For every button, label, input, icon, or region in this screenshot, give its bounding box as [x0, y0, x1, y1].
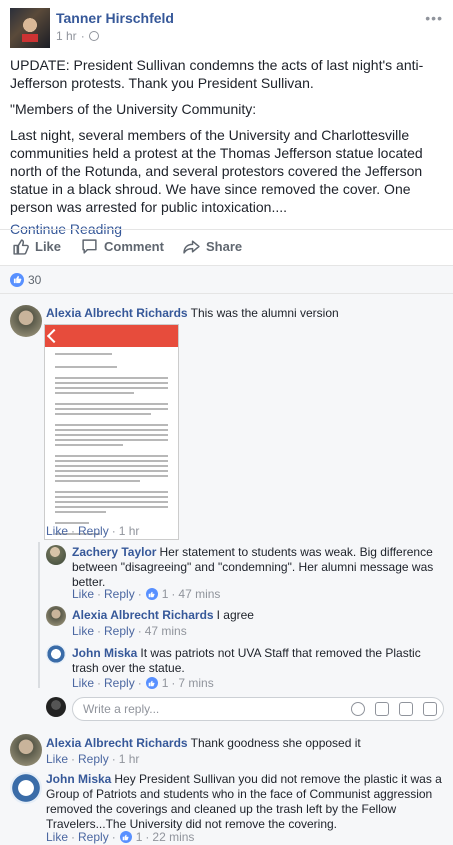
like-button[interactable]: Like: [12, 238, 61, 255]
comment-button[interactable]: Comment: [81, 238, 164, 255]
reaction-count: 30: [28, 272, 42, 287]
current-user-avatar: [46, 697, 66, 717]
share-icon: [183, 240, 200, 254]
comment-like-link[interactable]: Like: [72, 676, 94, 690]
post-paragraph: "Members of the University Community:: [10, 101, 257, 117]
like-count[interactable]: 1: [162, 587, 169, 601]
comment-like-link[interactable]: Like: [72, 587, 94, 601]
thread-line: [38, 542, 40, 688]
camera-icon[interactable]: [375, 702, 389, 716]
comment-reply-link[interactable]: Reply: [78, 752, 109, 766]
comment: Alexia Albrecht Richards Thank goodness s…: [46, 736, 444, 751]
comment-actions: Like · Reply · 47 mins: [72, 624, 187, 638]
comment-icon: [82, 239, 97, 254]
reactions-summary[interactable]: 30: [0, 265, 453, 293]
comment-reply-link[interactable]: Reply: [78, 830, 109, 844]
reply-tools: [351, 702, 437, 716]
comment-actions: Like · Reply · 1 · 47 mins: [72, 587, 221, 601]
comment-time[interactable]: 1 hr: [119, 524, 140, 538]
like-count-icon: [119, 831, 132, 843]
comment-text: Thank goodness she opposed it: [190, 736, 361, 750]
commenter-name[interactable]: Alexia Albrecht Richards: [46, 306, 188, 320]
share-button[interactable]: Share: [183, 238, 242, 255]
commenter-avatar[interactable]: [10, 772, 42, 804]
commenter-name[interactable]: Alexia Albrecht Richards: [46, 736, 188, 750]
comment-actions: Like · Reply · 1 hr: [46, 752, 140, 766]
post-time[interactable]: 1 hr: [56, 29, 77, 43]
comment-time[interactable]: 1 hr: [119, 752, 140, 766]
comment-time[interactable]: 7 mins: [178, 676, 213, 690]
commenter-avatar[interactable]: [10, 305, 42, 337]
comment-attachment-image[interactable]: [44, 324, 179, 540]
reply-input[interactable]: Write a reply...: [72, 697, 444, 721]
like-count-icon: [145, 677, 158, 689]
commenter-avatar[interactable]: [46, 606, 66, 626]
like-count[interactable]: 1: [136, 830, 143, 844]
separator: ·: [80, 29, 85, 43]
comment-reply-link[interactable]: Reply: [104, 624, 135, 638]
sticker-icon[interactable]: [423, 702, 437, 716]
comment-time[interactable]: 22 mins: [152, 830, 194, 844]
commenter-avatar[interactable]: [46, 644, 66, 664]
comment-like-link[interactable]: Like: [72, 624, 94, 638]
commenter-avatar[interactable]: [10, 734, 42, 766]
like-count[interactable]: 1: [162, 676, 169, 690]
commenter-name[interactable]: John Miska: [46, 772, 111, 786]
post-meta: 1 hr ·: [56, 29, 99, 43]
thumbs-up-icon: [13, 239, 29, 255]
gif-icon[interactable]: [399, 702, 413, 716]
comment: Alexia Albrecht Richards This was the alu…: [46, 306, 436, 321]
comment-label: Comment: [104, 239, 164, 254]
comment-text: I agree: [216, 608, 254, 622]
commenter-name[interactable]: Alexia Albrecht Richards: [72, 608, 214, 622]
like-count-icon: [145, 588, 158, 600]
document-text-lines: [45, 347, 178, 544]
comment-actions: Like · Reply · 1 hr: [46, 524, 140, 538]
globe-icon: [88, 31, 99, 41]
comment: John Miska Hey President Sullivan you did…: [46, 772, 444, 832]
share-label: Share: [206, 239, 243, 254]
more-options-icon[interactable]: •••: [425, 10, 443, 26]
like-reaction-icon: [10, 272, 24, 287]
comment-like-link[interactable]: Like: [46, 524, 68, 538]
post-author[interactable]: Tanner Hirschfeld: [56, 10, 174, 26]
comment-reply: Alexia Albrecht Richards I agree: [72, 608, 444, 623]
commenter-avatar[interactable]: [46, 545, 66, 565]
comment-like-link[interactable]: Like: [46, 830, 68, 844]
comment-reply-link[interactable]: Reply: [104, 587, 135, 601]
commenter-name[interactable]: John Miska: [72, 646, 137, 660]
post-paragraph: UPDATE: President Sullivan condemns the …: [10, 57, 424, 91]
post-text: UPDATE: President Sullivan condemns the …: [10, 56, 440, 238]
comment-like-link[interactable]: Like: [46, 752, 68, 766]
email-header-bar: [45, 325, 178, 347]
comment-reply: Zachery Taylor Her statement to students …: [72, 545, 444, 590]
reply-placeholder: Write a reply...: [83, 702, 160, 716]
comment-actions: Like · Reply · 1 · 22 mins: [46, 830, 195, 844]
comment-actions: Like · Reply · 1 · 7 mins: [72, 676, 214, 690]
commenter-name[interactable]: Zachery Taylor: [72, 545, 156, 559]
comment-time[interactable]: 47 mins: [145, 624, 187, 638]
action-bar: Like Comment Share: [0, 229, 453, 263]
post-paragraph: Last night, several members of the Unive…: [10, 127, 423, 215]
comment-reply: John Miska It was patriots not UVA Staff …: [72, 646, 444, 676]
comments-section: Alexia Albrecht Richards This was the alu…: [0, 293, 453, 845]
emoji-icon[interactable]: [351, 702, 365, 716]
comment-text: This was the alumni version: [190, 306, 339, 320]
comment-reply-link[interactable]: Reply: [78, 524, 109, 538]
author-avatar[interactable]: [10, 8, 50, 48]
comment-time[interactable]: 47 mins: [178, 587, 220, 601]
like-label: Like: [35, 239, 62, 254]
comment-reply-link[interactable]: Reply: [104, 676, 135, 690]
post-header: Tanner Hirschfeld 1 hr · •••: [10, 8, 443, 48]
